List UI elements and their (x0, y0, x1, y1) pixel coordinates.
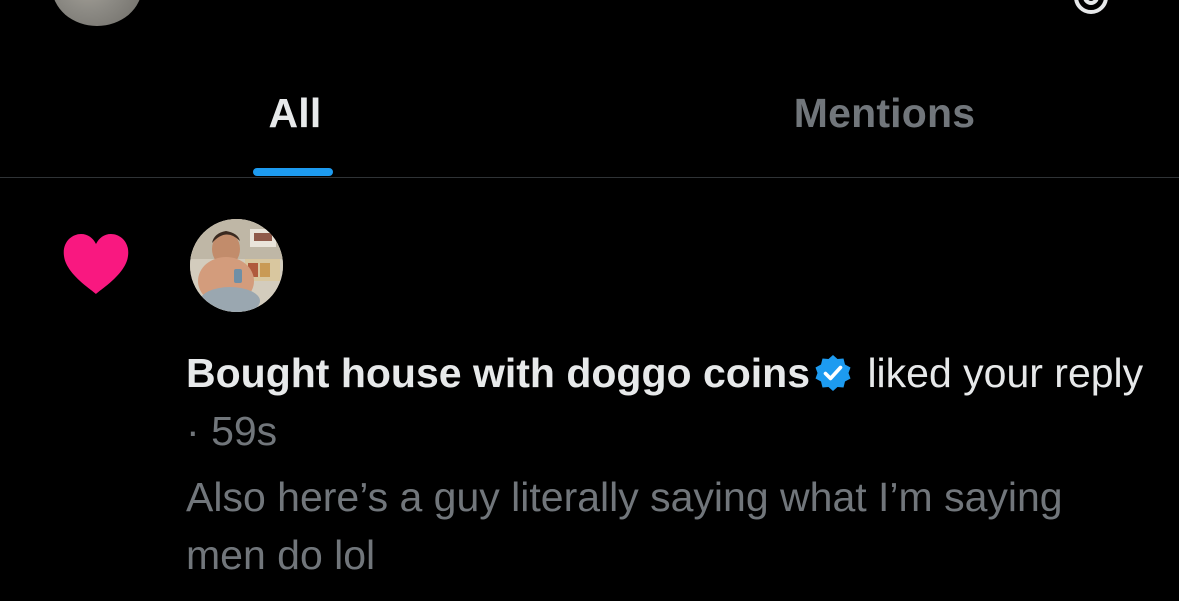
tab-mentions-label: Mentions (793, 90, 976, 136)
user-avatar[interactable] (190, 219, 283, 312)
notification-item[interactable]: Bought house with doggo coins liked your… (0, 178, 1179, 601)
verified-badge-icon (815, 355, 851, 391)
heart-icon (63, 234, 129, 294)
notification-time: 59s (211, 408, 278, 454)
profile-avatar[interactable] (52, 0, 142, 26)
tab-mentions[interactable]: Mentions (590, 60, 1179, 178)
notification-separator: · (186, 408, 200, 454)
notification-action: liked your reply (867, 350, 1144, 396)
tweet-preview-text[interactable]: Also here’s a guy literally saying what … (186, 468, 1146, 584)
tab-all-label: All (268, 90, 322, 136)
settings-gear-icon[interactable] (1068, 0, 1114, 20)
user-avatar-photo (190, 219, 283, 312)
user-name[interactable]: Bought house with doggo coins (186, 350, 810, 396)
active-tab-indicator (253, 168, 333, 176)
notification-tabs: All Mentions (0, 60, 1179, 178)
tab-all[interactable]: All (0, 60, 590, 178)
notification-text: Bought house with doggo coins liked your… (186, 344, 1146, 460)
